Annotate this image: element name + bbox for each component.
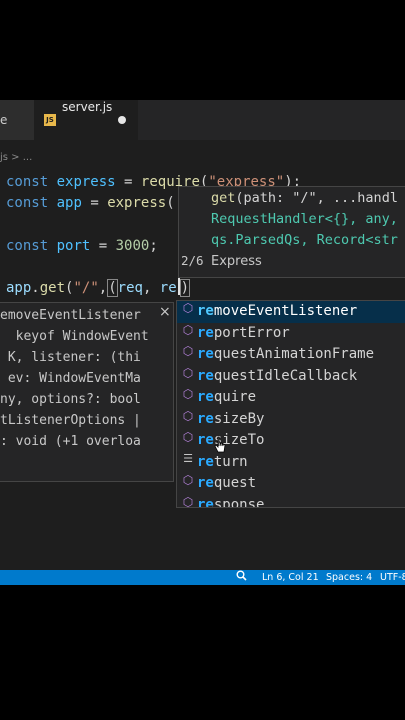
tab-title: server.js — [62, 100, 113, 114]
operator: = — [90, 238, 116, 254]
overload-counter[interactable]: 2/6 — [181, 251, 204, 271]
identifier: port — [56, 238, 91, 254]
cube-icon: ⬡ — [182, 365, 194, 380]
cube-icon: ⬡ — [182, 430, 194, 444]
details-line: K, listener: (thi — [0, 350, 141, 365]
cube-icon: ⬡ — [182, 344, 194, 358]
cursor-position[interactable]: Ln 6, Col 21 — [262, 570, 319, 585]
suggestion-item[interactable]: ⬡ requestIdleCallback — [177, 366, 405, 388]
tab-server-js[interactable]: JS server.js — [34, 100, 138, 140]
editor-window: e JS server.js js > ... const express = … — [0, 100, 405, 584]
suggestion-item[interactable]: ⬡ request — [177, 473, 405, 495]
zoom-icon[interactable] — [236, 570, 247, 586]
keyword: const — [6, 238, 49, 254]
suggestion-item[interactable]: ⬡ reportError — [177, 323, 405, 345]
parameter-typing: re — [159, 280, 177, 296]
details-line: ev: WindowEventMa — [0, 371, 141, 386]
code-line-2[interactable]: const app = express( — [6, 193, 175, 213]
cube-icon: ⬡ — [182, 322, 194, 337]
code-line-4[interactable]: const port = 3000; — [6, 236, 158, 256]
cube-icon: ⬡ — [182, 473, 194, 487]
signature-line-2: RequestHandler<{}, any, — [211, 211, 398, 227]
cube-icon: ⬡ — [182, 494, 194, 508]
suggestion-item[interactable]: ⬡ require — [177, 387, 405, 409]
details-line: tListenerOptions | — [0, 413, 141, 428]
function-name: get — [39, 280, 66, 296]
details-line: keyof WindowEvent — [0, 329, 149, 344]
identifier: express — [56, 174, 116, 190]
operator: = — [115, 174, 141, 190]
indentation-setting[interactable]: Spaces: 4 — [326, 570, 372, 585]
status-bar: Ln 6, Col 21 Spaces: 4 UTF-8 — [0, 570, 405, 585]
suggestion-item[interactable]: ⬡ requestAnimationFrame — [177, 344, 405, 366]
number-literal: 3000 — [115, 238, 150, 254]
parameter: req — [117, 280, 143, 296]
punctuation: ( — [166, 195, 175, 211]
javascript-file-icon: JS — [44, 114, 56, 126]
unsaved-dot-icon[interactable] — [118, 116, 126, 124]
tab-other[interactable]: e — [0, 100, 34, 140]
signature-hover[interactable]: get(path: "/", ...handl RequestHandler<{… — [178, 186, 405, 278]
suggestion-list[interactable]: ⬡ removeEventListener ⬡ reportError ⬡ reque… — [176, 300, 405, 508]
cube-icon: ⬡ — [182, 301, 194, 315]
punctuation: . — [31, 280, 40, 296]
punctuation: ; — [149, 238, 158, 254]
signature-line-1: get(path: "/", ...handl — [211, 190, 398, 206]
close-icon[interactable]: × — [159, 304, 171, 320]
matching-paren: ) — [179, 279, 191, 297]
details-line: emoveEventListener — [0, 308, 141, 323]
details-line: ny, options?: bool — [0, 392, 141, 407]
cube-icon: ⬡ — [182, 387, 194, 401]
matching-paren: ( — [107, 279, 118, 297]
keyword: const — [6, 195, 49, 211]
code-line-6[interactable]: app.get("/",(req, re) — [6, 278, 191, 298]
tab-bar: e JS server.js — [0, 100, 405, 140]
punctuation: , — [142, 280, 160, 296]
suggestion-item[interactable]: ⬡ resizeTo — [177, 430, 405, 452]
suggestion-item[interactable]: ☰ return — [177, 452, 405, 474]
details-line: : void (+1 overloa — [0, 434, 141, 449]
breadcrumb[interactable]: js > ... — [0, 152, 32, 163]
cube-icon: ⬡ — [182, 408, 194, 423]
operator: = — [81, 195, 108, 211]
encoding-setting[interactable]: UTF-8 — [380, 570, 405, 585]
mouse-pointer-icon — [214, 436, 226, 453]
keyword: const — [6, 174, 49, 190]
suggestion-item[interactable]: ⬡ removeEventListener — [177, 301, 405, 323]
signature-doc: Express — [211, 254, 262, 269]
tab-other-label: e — [0, 113, 8, 127]
identifier: app — [56, 195, 82, 211]
signature-line-3: qs.ParsedQs, Record<str — [211, 232, 398, 248]
suggestion-item[interactable]: ⬡ resizeBy — [177, 409, 405, 431]
punctuation: , — [98, 280, 108, 296]
suggestion-item[interactable]: ⬡ response — [177, 494, 405, 508]
keyword-icon: ☰ — [183, 451, 193, 465]
identifier: app — [6, 280, 32, 296]
string-literal: "/" — [73, 280, 99, 296]
function-name: express — [107, 195, 167, 211]
details-panel[interactable]: emoveEventListener keyof WindowEvent K, … — [0, 302, 174, 482]
